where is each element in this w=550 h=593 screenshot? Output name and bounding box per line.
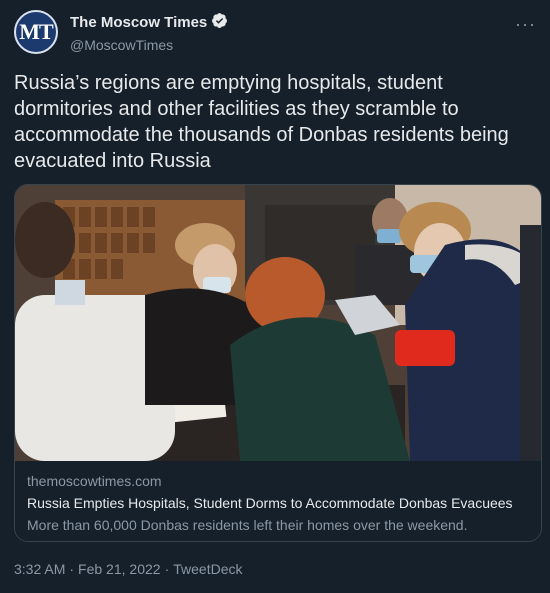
display-name[interactable]: The Moscow Times bbox=[70, 14, 207, 31]
more-options-icon[interactable]: ··· bbox=[515, 14, 536, 35]
meta-separator: · bbox=[69, 561, 75, 577]
card-title[interactable]: Russia Empties Hospitals, Student Dorms … bbox=[27, 495, 529, 511]
author-names: The Moscow Times @MoscowTimes bbox=[70, 12, 228, 53]
card-description: More than 60,000 Donbas residents left t… bbox=[27, 517, 468, 533]
avatar-logo-text: MT bbox=[19, 19, 53, 44]
tweet-text: Russia’s regions are emptying hospitals,… bbox=[14, 72, 509, 172]
tweet-time[interactable]: 3:32 AM bbox=[14, 561, 65, 577]
card-domain: themoscowtimes.com bbox=[27, 473, 162, 489]
name-row: The Moscow Times bbox=[70, 12, 228, 34]
tweet-header: MT The Moscow Times @MoscowTimes ··· bbox=[14, 8, 536, 56]
card-image[interactable] bbox=[15, 185, 541, 461]
meta-separator: · bbox=[164, 561, 170, 577]
tweet: MT The Moscow Times @MoscowTimes ··· Rus… bbox=[0, 0, 550, 593]
tweet-meta: 3:32 AM · Feb 21, 2022 · TweetDeck bbox=[14, 561, 242, 577]
tweet-date[interactable]: Feb 21, 2022 bbox=[78, 561, 161, 577]
evacuees-photo bbox=[15, 185, 541, 461]
card-info: themoscowtimes.com Russia Empties Hospit… bbox=[15, 461, 541, 541]
verified-icon bbox=[211, 12, 228, 34]
link-card[interactable]: themoscowtimes.com Russia Empties Hospit… bbox=[14, 184, 542, 542]
handle[interactable]: @MoscowTimes bbox=[70, 37, 228, 53]
tweet-source[interactable]: TweetDeck bbox=[173, 561, 242, 577]
avatar[interactable]: MT bbox=[14, 10, 58, 54]
